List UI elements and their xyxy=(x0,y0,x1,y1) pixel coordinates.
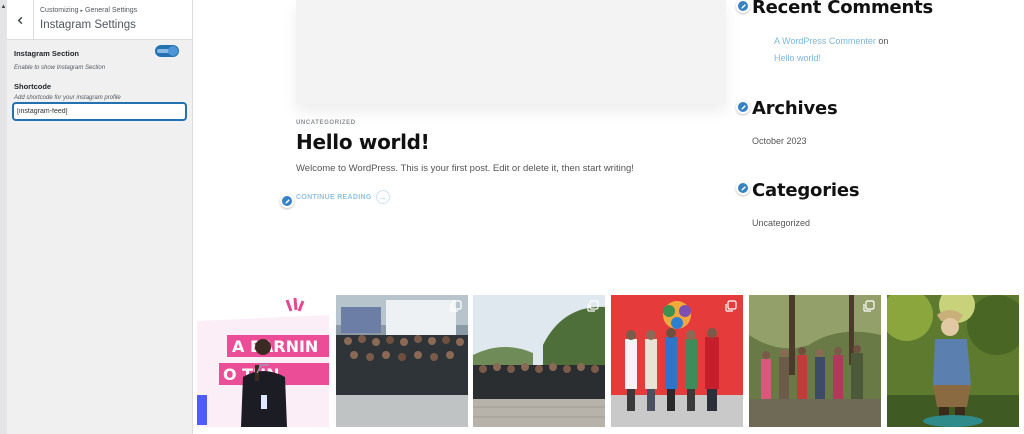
breadcrumb: Customizing ▸ General Settings xyxy=(40,7,137,14)
arrow-right-icon: → xyxy=(375,190,390,204)
speaker-photo: A EARNIN O TUN xyxy=(197,295,329,427)
edit-shortcut-post[interactable] xyxy=(280,194,294,208)
instagram-tile-wordcamp-asia-group[interactable] xyxy=(611,295,743,427)
post-excerpt: Welcome to WordPress. This is your first… xyxy=(296,163,634,174)
panel-title: Instagram Settings xyxy=(40,19,136,31)
comment-on-text: on xyxy=(878,36,889,46)
instagram-tile-speaker-on-stage[interactable]: A EARNIN O TUN xyxy=(197,295,329,427)
pencil-icon xyxy=(284,198,290,204)
archive-item[interactable]: October 2023 xyxy=(752,136,807,146)
instagram-tile-outdoor-group-photo[interactable] xyxy=(473,295,605,427)
recent-comments-title: Recent Comments xyxy=(752,0,934,18)
category-item[interactable]: Uncategorized xyxy=(752,218,810,228)
multiple-photos-icon xyxy=(725,300,737,312)
chevron-left-icon xyxy=(17,16,22,24)
breadcrumb-root: Customizing xyxy=(40,7,79,14)
instagram-tile-wordcamp-group-banner[interactable] xyxy=(336,295,468,427)
instagram-section-toggle[interactable] xyxy=(155,45,179,57)
svg-text:A EARNIN: A EARNIN xyxy=(232,337,318,356)
outdoor-group-photo xyxy=(473,295,605,427)
instagram-tile-hiking-group[interactable] xyxy=(749,295,881,427)
comment-author-link[interactable]: A WordPress Commenter xyxy=(774,36,876,46)
breadcrumb-separator-icon: ▸ xyxy=(80,8,84,14)
continue-reading-link[interactable]: CONTINUE READING → xyxy=(296,190,390,204)
customizer-panel: ▲ Customizing ▸ General Settings Instagram… xyxy=(0,0,193,434)
panel-scrollbar[interactable]: ▲ xyxy=(0,0,7,434)
hiking-group-photo xyxy=(749,295,881,427)
archives-title: Archives xyxy=(752,98,838,119)
wordcamp-group-photo xyxy=(336,295,468,427)
instagram-tile-garden-statue[interactable] xyxy=(887,295,1019,427)
continue-reading-label: CONTINUE READING xyxy=(296,193,372,201)
back-button[interactable] xyxy=(7,0,34,40)
scroll-up-icon[interactable]: ▲ xyxy=(0,4,7,10)
multiple-photos-icon xyxy=(311,300,323,312)
instagram-section-description: Enable to show Instagram Section xyxy=(14,65,106,71)
garden-statue-photo xyxy=(887,295,1019,427)
edit-shortcut-recent-comments[interactable] xyxy=(736,0,750,13)
shortcode-input[interactable] xyxy=(13,103,186,120)
wordcamp-asia-photo xyxy=(611,295,743,427)
shortcode-description: Add shortcode for your instagram profile xyxy=(14,95,121,101)
multiple-photos-icon xyxy=(450,300,462,312)
multiple-photos-icon xyxy=(863,300,875,312)
pencil-icon xyxy=(740,3,746,9)
toggle-knob xyxy=(168,46,178,56)
instagram-section-label: Instagram Section xyxy=(14,49,80,58)
customizer-header: Customizing ▸ General Settings Instagram S… xyxy=(7,0,192,40)
instagram-feed: A EARNIN O TUN xyxy=(197,295,1023,434)
comment-post-link[interactable]: Hello world! xyxy=(774,53,821,63)
edit-shortcut-categories[interactable] xyxy=(736,181,750,195)
post-title[interactable]: Hello world! xyxy=(296,130,430,154)
post-category[interactable]: UNCATEGORIZED xyxy=(296,120,356,126)
post-featured-image[interactable] xyxy=(296,0,726,104)
shortcode-label: Shortcode xyxy=(14,82,52,91)
categories-title: Categories xyxy=(752,180,860,201)
pencil-icon xyxy=(740,185,746,191)
recent-comment-line: A WordPress Commenter on xyxy=(774,36,888,46)
pencil-icon xyxy=(740,104,746,110)
breadcrumb-section: General Settings xyxy=(85,7,138,14)
edit-shortcut-archives[interactable] xyxy=(736,100,750,114)
multiple-photos-icon xyxy=(587,300,599,312)
